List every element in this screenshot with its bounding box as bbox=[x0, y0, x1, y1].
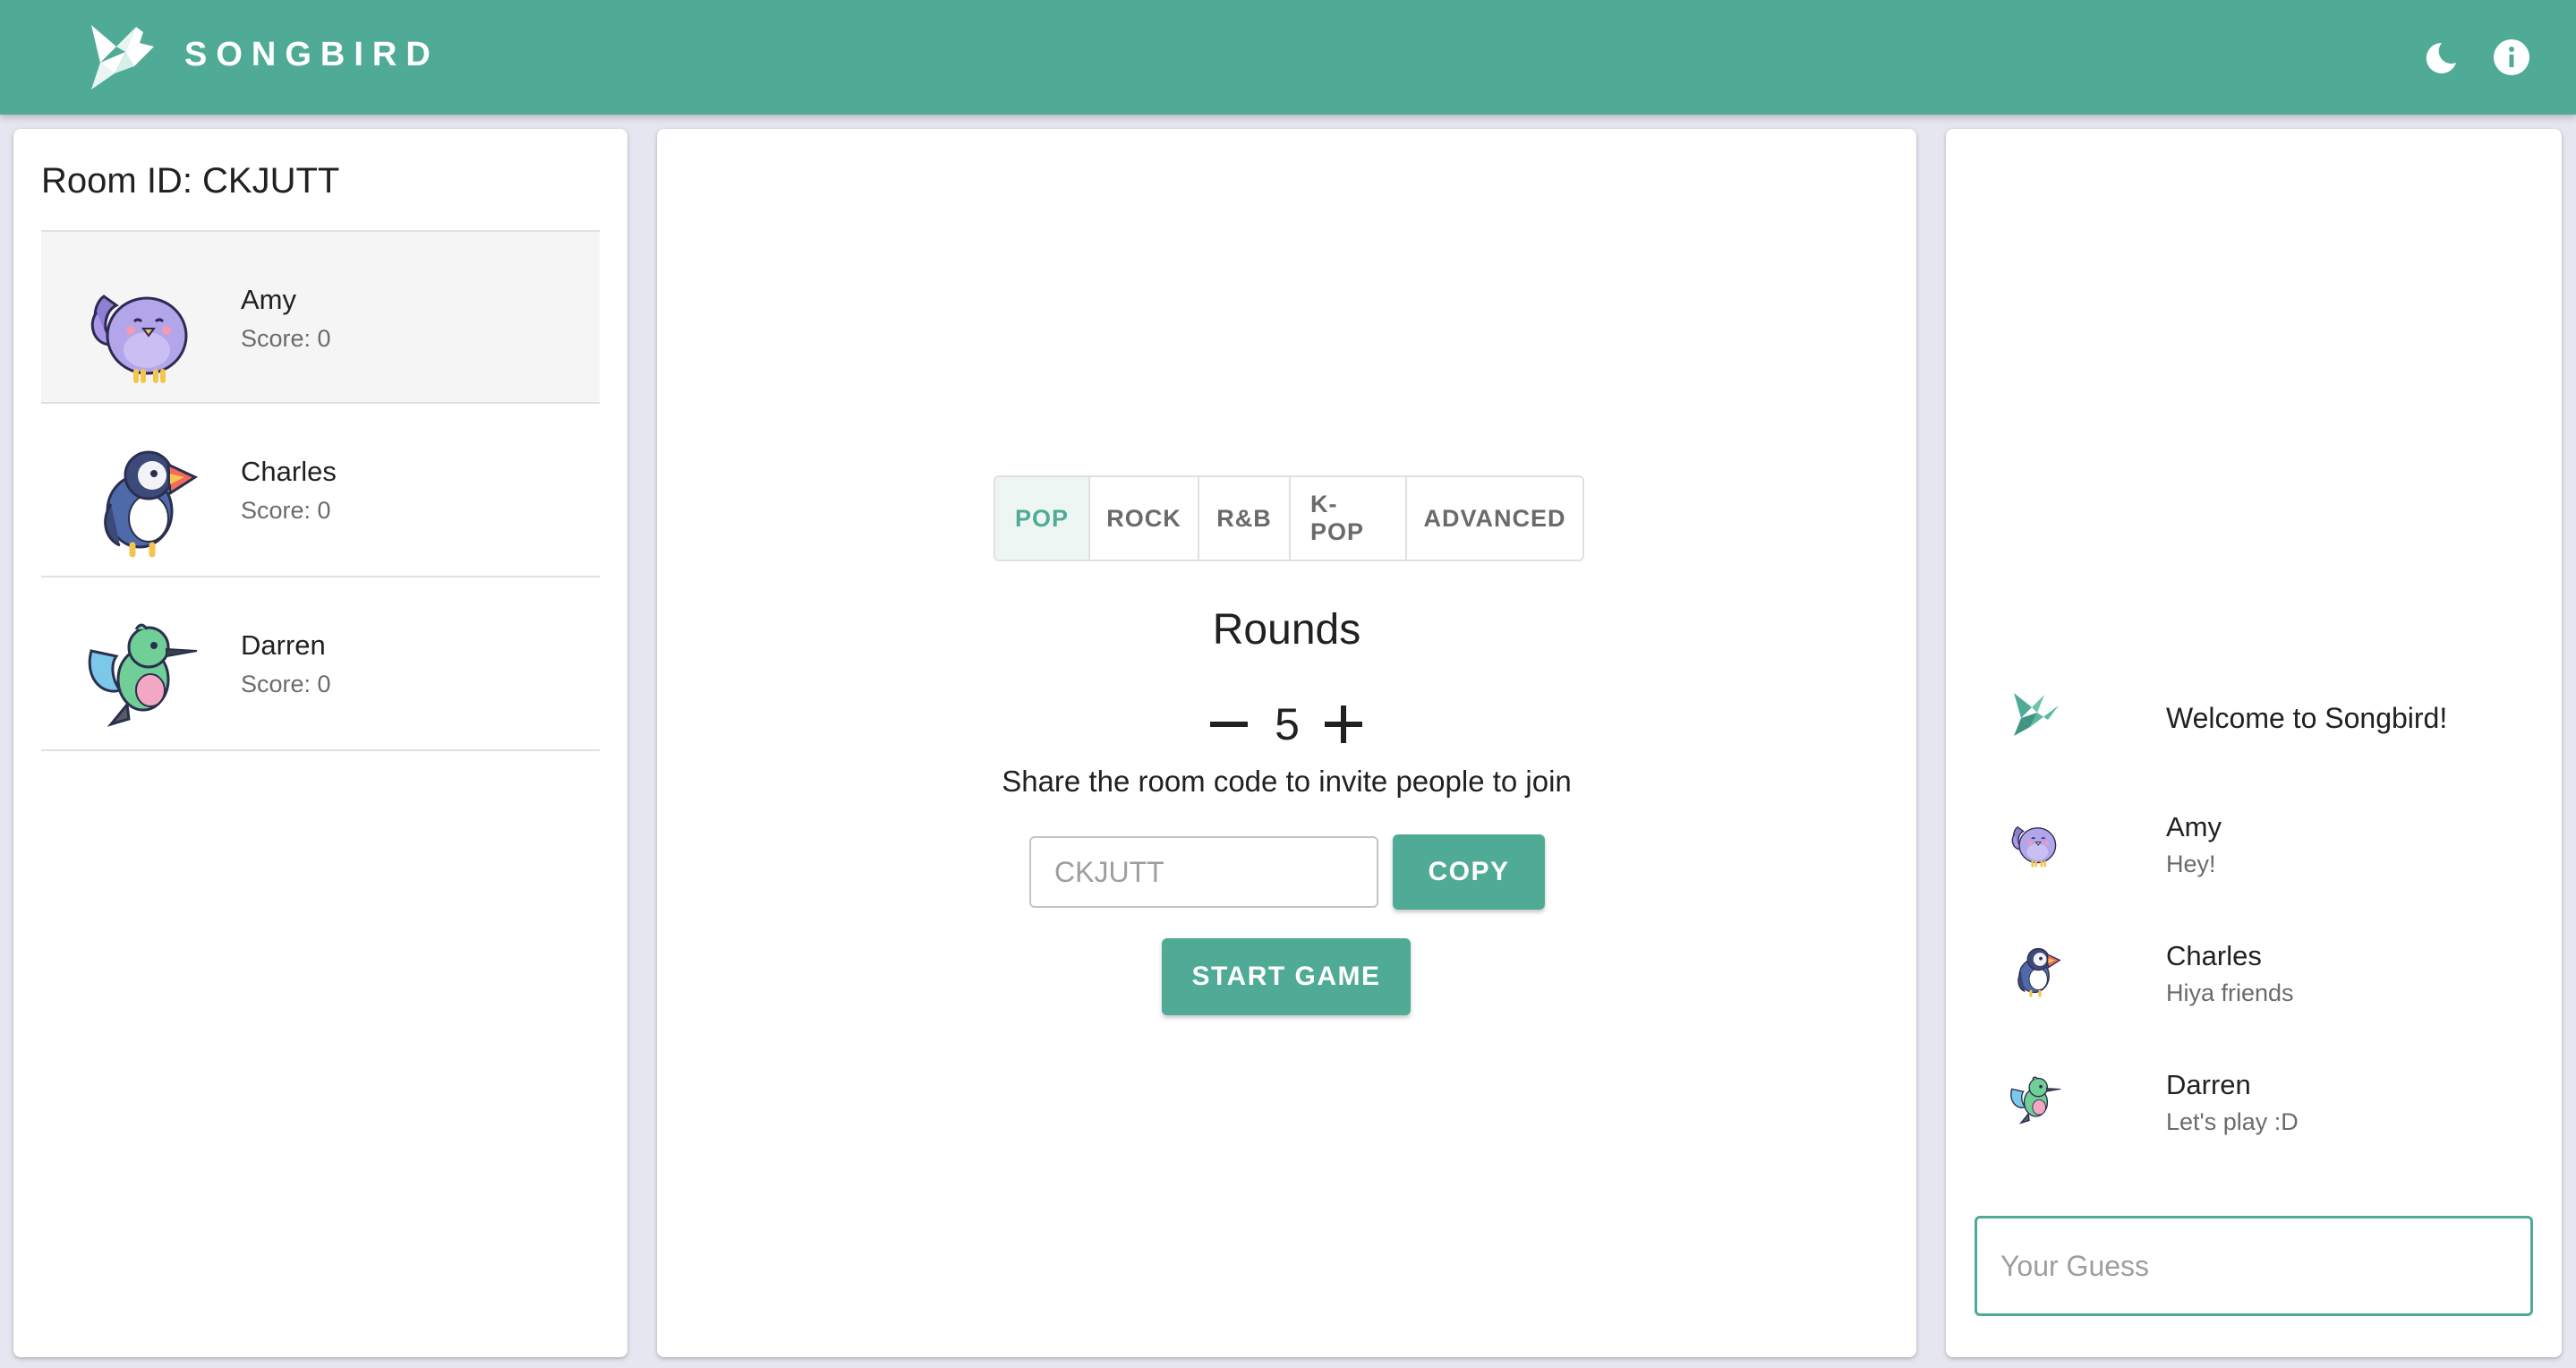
player-name: Amy bbox=[241, 284, 296, 315]
genre-pop-button[interactable]: POP bbox=[995, 477, 1090, 560]
copy-button[interactable]: COPY bbox=[1393, 834, 1545, 910]
player-score: Score: 0 bbox=[241, 671, 331, 697]
room-code-field[interactable] bbox=[1029, 836, 1378, 908]
rounds-heading: Rounds bbox=[1212, 606, 1361, 654]
songbird-logo-icon[interactable] bbox=[84, 20, 159, 95]
player-name: Charles bbox=[241, 456, 337, 487]
puffin-avatar-icon bbox=[84, 441, 200, 558]
chat-sender: Charles bbox=[2166, 940, 2262, 971]
player-score: Score: 0 bbox=[241, 325, 331, 352]
chat-message: Darren Let's play :D bbox=[2009, 1069, 2528, 1198]
room-id-heading: Room ID: CKJUTT bbox=[41, 161, 340, 201]
chat-text: Hiya friends bbox=[2166, 979, 2294, 1006]
genre-rnb-button[interactable]: R&B bbox=[1199, 477, 1291, 560]
brand-title[interactable]: SONGBIRD bbox=[184, 36, 439, 74]
songbird-bot-icon bbox=[2014, 693, 2059, 736]
chat-sender: Amy bbox=[2166, 811, 2222, 842]
chat-text: Hey! bbox=[2166, 851, 2216, 877]
hummingbird-avatar-icon bbox=[84, 615, 200, 731]
rounds-stepper: 5 bbox=[1207, 693, 1368, 756]
plus-icon[interactable] bbox=[1321, 702, 1366, 747]
chat-sender: Darren bbox=[2166, 1069, 2251, 1100]
purple-bird-avatar-icon bbox=[84, 269, 200, 386]
chat-message-list: Welcome to Songbird! Amy Hey! Charles Hi… bbox=[2009, 682, 2528, 1198]
puffin-avatar-icon bbox=[2009, 944, 2062, 997]
player-list: Amy Score: 0 Charles Score: 0 Darren Sco… bbox=[41, 230, 600, 751]
player-item-darren[interactable]: Darren Score: 0 bbox=[41, 577, 600, 751]
chat-panel: Welcome to Songbird! Amy Hey! Charles Hi… bbox=[1946, 129, 2562, 1357]
hummingbird-avatar-icon bbox=[2009, 1073, 2062, 1126]
chat-welcome-text: Welcome to Songbird! bbox=[2166, 702, 2448, 734]
player-panel: Room ID: CKJUTT Amy Score: 0 Charles Sco… bbox=[13, 129, 627, 1357]
app-bar: SONGBIRD bbox=[0, 0, 2576, 115]
start-game-button[interactable]: START GAME bbox=[1162, 938, 1411, 1015]
chat-text: Let's play :D bbox=[2166, 1108, 2299, 1135]
player-item-charles[interactable]: Charles Score: 0 bbox=[41, 404, 600, 577]
genre-rock-button[interactable]: ROCK bbox=[1090, 477, 1199, 560]
genre-toggle-group: POP ROCK R&B K-POP ADVANCED bbox=[994, 475, 1584, 561]
info-icon[interactable] bbox=[2486, 32, 2537, 82]
purple-bird-avatar-icon bbox=[2009, 815, 2062, 868]
rounds-value: 5 bbox=[1275, 699, 1300, 749]
genre-advanced-button[interactable]: ADVANCED bbox=[1407, 477, 1582, 560]
chat-message: Charles Hiya friends bbox=[2009, 940, 2528, 1069]
moon-icon[interactable] bbox=[2415, 32, 2465, 82]
guess-input[interactable] bbox=[1975, 1216, 2533, 1316]
player-item-amy[interactable]: Amy Score: 0 bbox=[41, 230, 600, 404]
share-instructions: Share the room code to invite people to … bbox=[1002, 765, 1572, 798]
player-name: Darren bbox=[241, 629, 326, 661]
player-score: Score: 0 bbox=[241, 497, 331, 524]
chat-welcome-message: Welcome to Songbird! bbox=[2009, 682, 2528, 811]
game-setup-panel: POP ROCK R&B K-POP ADVANCED Rounds 5 Sha… bbox=[657, 129, 1916, 1357]
chat-message: Amy Hey! bbox=[2009, 811, 2528, 940]
genre-kpop-button[interactable]: K-POP bbox=[1291, 477, 1407, 560]
minus-icon[interactable] bbox=[1207, 702, 1251, 747]
